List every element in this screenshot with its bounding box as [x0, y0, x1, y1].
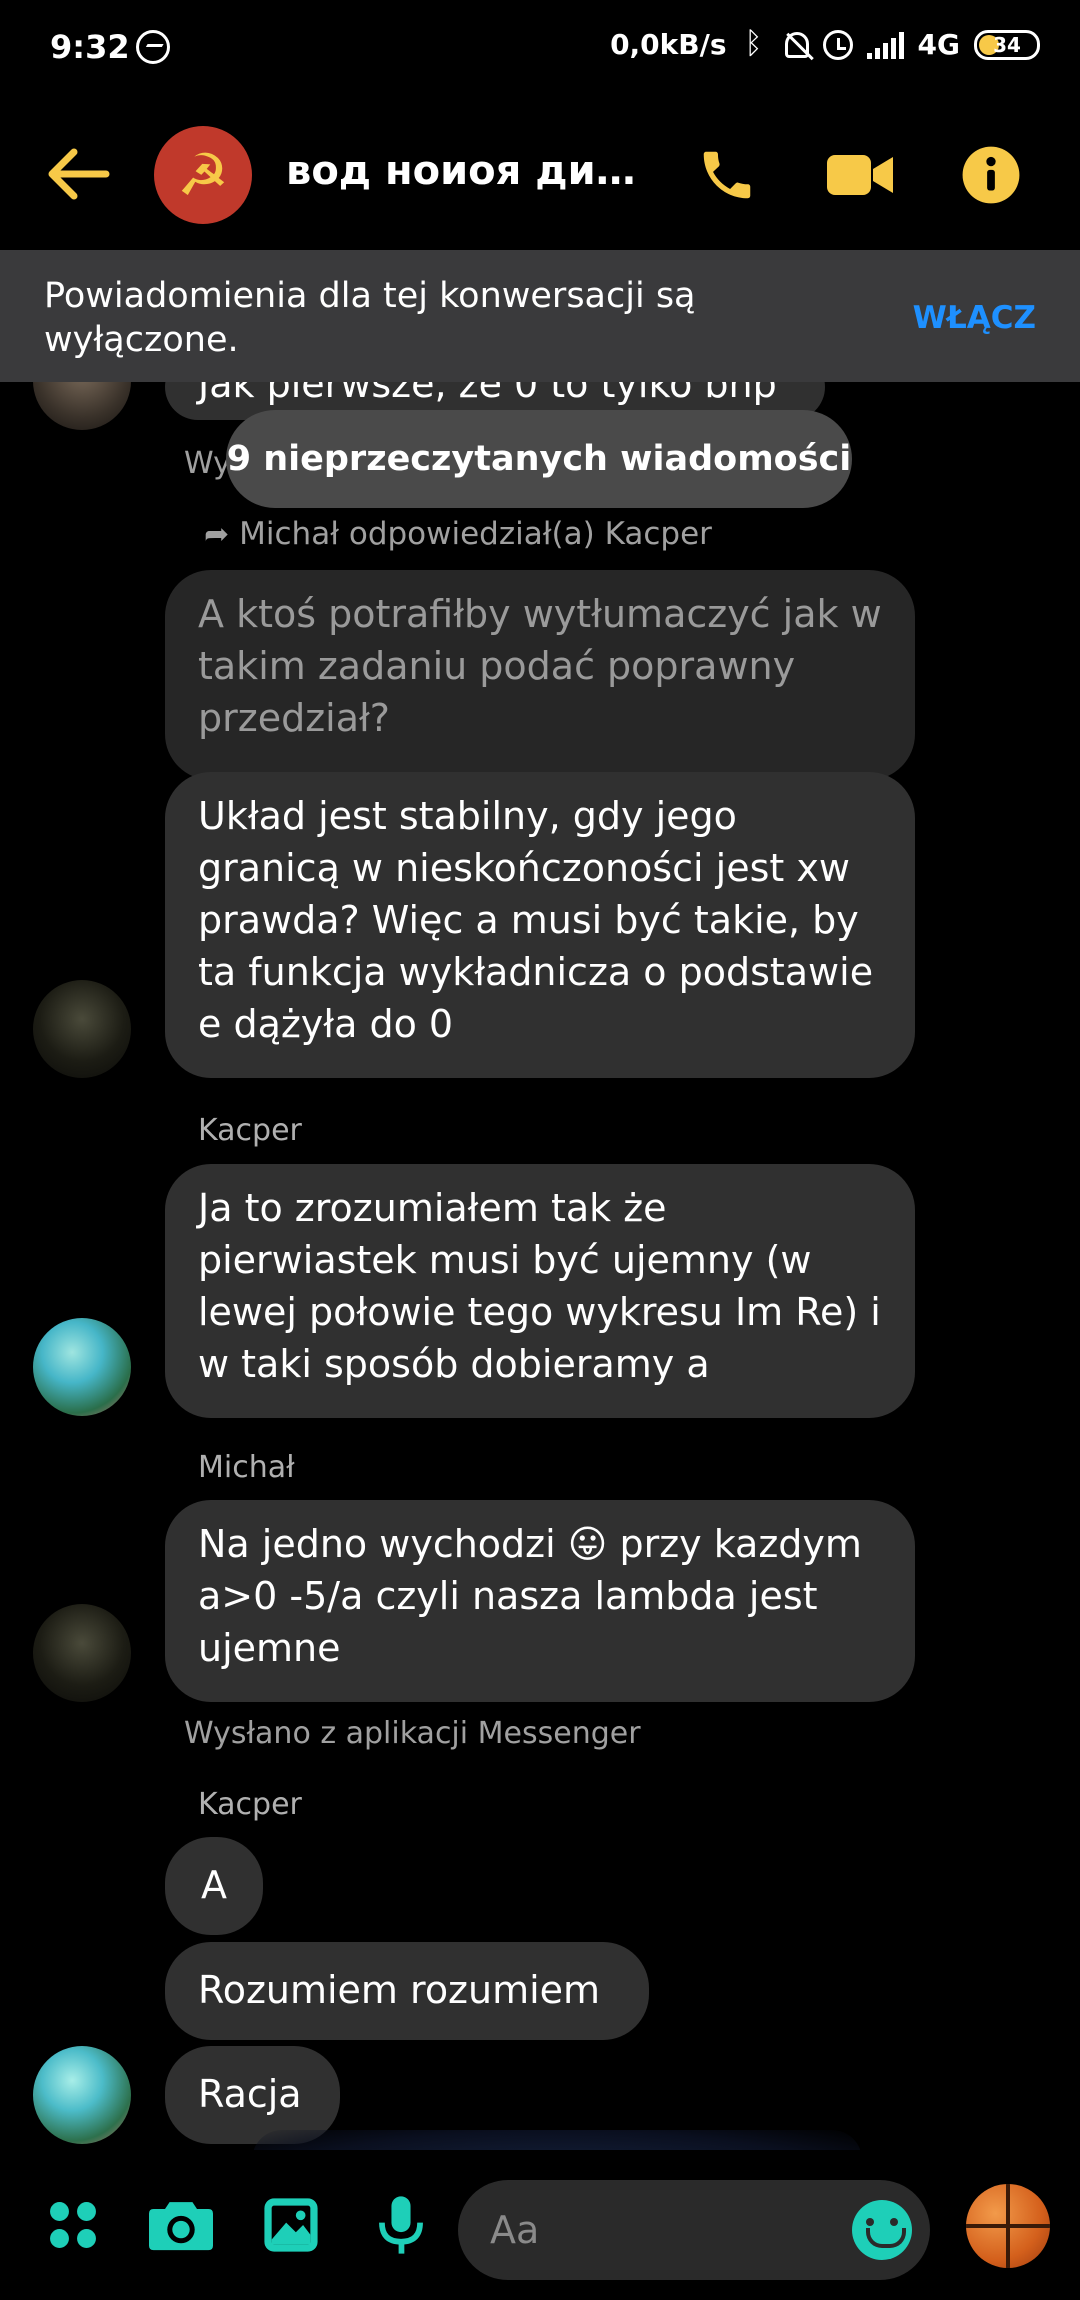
unread-messages-pill[interactable]: 9 nieprzeczytanych wiadomości: [226, 410, 852, 508]
camera-button[interactable]: [148, 2192, 214, 2258]
phone-icon: [703, 151, 751, 199]
message-bubble[interactable]: Rozumiem rozumiem: [165, 1942, 649, 2040]
video-call-button[interactable]: [826, 140, 896, 210]
reply-indicator: ➦ Michał odpowiedział(a) Kacper: [204, 516, 712, 552]
sender-name: Kacper: [198, 1787, 302, 1822]
battery-icon: 34: [974, 29, 1040, 60]
status-bar: 9:32 0,0kB/s 4G 34: [0, 0, 1080, 100]
info-icon: [962, 146, 1020, 204]
voice-message-button[interactable]: [368, 2192, 434, 2258]
basketball-icon[interactable]: [966, 2184, 1050, 2268]
more-actions-button[interactable]: [40, 2192, 106, 2258]
back-arrow-icon[interactable]: [44, 146, 110, 202]
reply-arrow-icon: ➦: [204, 516, 230, 552]
message-list[interactable]: Jak pierwsze, że 0 to tylko bnp Wy 9 nie…: [0, 250, 1080, 2150]
status-time: 9:32: [50, 28, 130, 66]
notifications-muted-banner: Powiadomienia dla tej konwersacji są wył…: [0, 250, 1080, 382]
network-speed: 0,0kB/s: [610, 28, 727, 61]
emoji-icon[interactable]: [852, 2200, 912, 2260]
microphone-icon: [379, 2196, 423, 2254]
avatar-michal[interactable]: [33, 980, 131, 1078]
signal-icon: [866, 31, 904, 59]
reply-indicator-text: Michał odpowiedział(a) Kacper: [239, 516, 712, 552]
bluetooth-icon: [741, 26, 771, 61]
avatar-kacper[interactable]: [33, 2046, 131, 2144]
network-type: 4G: [917, 28, 960, 61]
message-input[interactable]: [490, 2204, 820, 2256]
gallery-icon: [264, 2198, 318, 2252]
message-meta: Wy: [184, 446, 231, 481]
call-button[interactable]: [692, 140, 762, 210]
camera-icon: [149, 2202, 213, 2251]
message-meta: Wysłano z aplikacji Messenger: [184, 1716, 641, 1751]
replied-message-bubble[interactable]: A ktoś potrafiłby wytłumaczyć jak w taki…: [165, 570, 915, 780]
messenger-notification-icon: [136, 30, 170, 64]
notice-text: Powiadomienia dla tej konwersacji są wył…: [44, 276, 696, 360]
message-bubble[interactable]: A: [165, 1837, 263, 1935]
gallery-button[interactable]: [258, 2192, 324, 2258]
menu-dots-icon: [50, 2202, 96, 2248]
sender-name: Michał: [198, 1450, 295, 1485]
message-bubble[interactable]: Ja to zrozumiałem tak że pierwiastek mus…: [165, 1164, 915, 1418]
video-camera-icon: [827, 155, 893, 195]
battery-level: 34: [993, 32, 1021, 57]
avatar-kacper[interactable]: [33, 1318, 131, 1416]
enable-notifications-button[interactable]: WŁĄCZ: [913, 300, 1036, 336]
status-icons: 0,0kB/s 4G 34: [610, 26, 1040, 61]
avatar-michal[interactable]: [33, 1604, 131, 1702]
alarm-icon: [822, 29, 853, 60]
message-bubble[interactable]: Układ jest stabilny, gdy jego granicą w …: [165, 772, 915, 1078]
muted-bell-icon: [784, 31, 809, 58]
chat-title[interactable]: вод ноиоя дито...: [286, 148, 656, 194]
group-avatar[interactable]: ☭: [154, 126, 252, 224]
message-composer: [0, 2150, 1080, 2300]
sender-name: Kacper: [198, 1113, 302, 1148]
message-bubble[interactable]: Na jedno wychodzi 😛 przy kazdym a>0 -5/a…: [165, 1500, 915, 1702]
chat-header: ☭ вод ноиоя дито...: [0, 100, 1080, 250]
info-button[interactable]: [956, 140, 1026, 210]
message-input-container[interactable]: [458, 2180, 930, 2280]
